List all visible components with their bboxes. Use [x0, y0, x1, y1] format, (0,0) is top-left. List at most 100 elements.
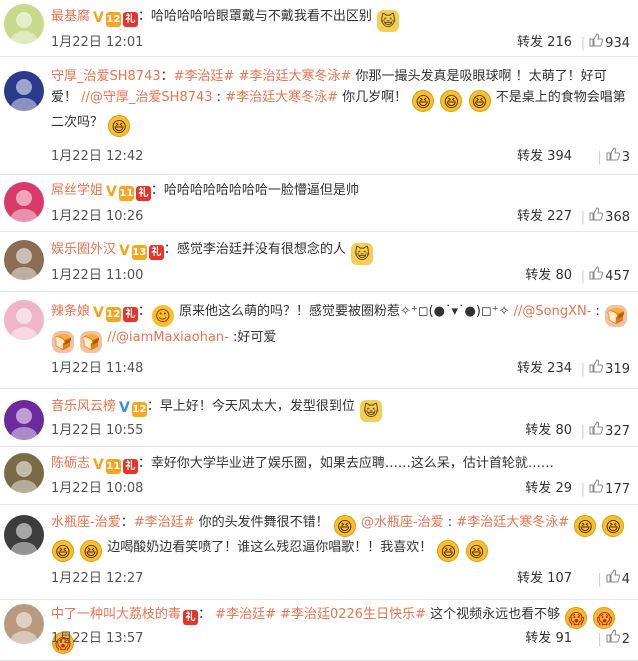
mention-link[interactable]: //@iamMaxiaohan-: [107, 330, 229, 345]
comment-meta: 1月22日 11:00 转发 80 | 457: [51, 266, 630, 286]
repost-button[interactable]: 转发 107: [517, 569, 572, 589]
comment-meta: 1月22日 10:26 转发 227 | 368: [51, 207, 630, 227]
username-link[interactable]: 陈砺志: [51, 456, 90, 471]
shock-emoji: 😱: [593, 607, 616, 629]
repost-button[interactable]: 转发 29: [525, 479, 572, 499]
comment-meta: 1月22日 10:08 转发 29 | 177: [51, 479, 630, 499]
timestamp: 1月22日 12:42: [51, 149, 144, 164]
like-count: 177: [605, 482, 630, 497]
thumbs-up-icon: [589, 359, 604, 379]
cat-smile-emoji: 😺: [377, 10, 400, 32]
avatar[interactable]: [4, 400, 44, 440]
repost-button[interactable]: 转发 216: [517, 33, 572, 53]
repost-count: 107: [547, 571, 572, 586]
repost-button[interactable]: 转发 80: [525, 266, 572, 286]
level-badge: 12: [105, 307, 121, 322]
thumbs-up-icon: [589, 266, 604, 286]
avatar-image: [4, 71, 44, 111]
username-link[interactable]: 中了一种叫大荔枝的毒: [51, 607, 181, 622]
like-button[interactable]: | 2: [593, 629, 630, 650]
comment-item: 水瓶座-治爱：#李治廷# 你的头发件舞很不错！ 😆 @水瓶座-治爱 : #李治廷…: [0, 505, 638, 600]
username-link[interactable]: 娱乐圈外汉: [51, 242, 116, 257]
avatar[interactable]: [4, 453, 44, 493]
verified-v-icon: V: [93, 10, 104, 26]
repost-button[interactable]: 转发 234: [517, 359, 572, 379]
avatar[interactable]: [4, 4, 44, 44]
repost-label: 转发: [517, 149, 544, 164]
username-link[interactable]: 守厚_治爱SH8743: [51, 69, 161, 84]
divider: |: [580, 269, 586, 284]
username-link[interactable]: 屌丝学姐: [51, 183, 103, 198]
separator-colon: ：: [137, 456, 151, 471]
username-link[interactable]: 水瓶座-治爱: [51, 515, 121, 530]
separator-colon: ：: [146, 399, 160, 414]
laugh-emoji: 😆: [108, 115, 131, 137]
laugh-emoji: 😆: [437, 540, 460, 562]
comment-item: 陈砺志 V 11 礼：幸好你大学毕业进了娱乐圈，如果去应聘……这么呆，估计首轮就…… …: [0, 447, 638, 505]
repost-button[interactable]: 转发 91: [525, 629, 572, 649]
comment-text: ：: [198, 607, 212, 622]
level-badge: 11: [118, 186, 134, 201]
hashtag-link[interactable]: #李治廷大寒冬泳#: [239, 69, 356, 84]
like-button[interactable]: | 3: [593, 147, 630, 168]
avatar-image: [4, 300, 44, 340]
like-button[interactable]: | 368: [577, 207, 630, 228]
avatar-image: [4, 4, 44, 44]
like-count: 319: [605, 362, 630, 377]
laugh-emoji: 😆: [440, 90, 463, 112]
username-link[interactable]: 辣条娘: [51, 304, 90, 319]
avatar[interactable]: [4, 515, 44, 555]
comment-body: 音乐风云榜 V 12：早上好！今天风太大，发型很到位 😺: [51, 396, 630, 422]
like-button[interactable]: | 327: [577, 421, 630, 442]
mention-link[interactable]: @水瓶座-治爱: [361, 515, 444, 530]
repost-label: 转发: [517, 571, 544, 586]
hashtag-link[interactable]: #李治廷大寒冬泳#: [225, 90, 342, 105]
avatar[interactable]: [4, 71, 44, 111]
repost-label: 转发: [517, 35, 544, 50]
like-button[interactable]: | 934: [577, 33, 630, 54]
like-count: 2: [621, 632, 630, 647]
divider: |: [580, 424, 586, 439]
avatar[interactable]: [4, 604, 44, 644]
laugh-emoji: 😆: [80, 540, 103, 562]
like-button[interactable]: | 319: [577, 359, 630, 380]
like-count: 457: [605, 269, 630, 284]
avatar[interactable]: [4, 182, 44, 222]
hashtag-link[interactable]: #李治廷0226生日快乐#: [280, 607, 430, 622]
comment-body: 守厚_治爱SH8743：#李治廷# #李治廷大寒冬泳# 你那一撮头发真是吸眼球啊…: [51, 66, 630, 137]
username-link[interactable]: 最基腐: [51, 9, 90, 24]
like-count: 4: [621, 572, 630, 587]
repost-label: 转发: [517, 361, 544, 376]
laugh-emoji: 😆: [468, 90, 491, 112]
mention-link[interactable]: //@守厚_治爱SH8743: [81, 90, 212, 105]
comment-body: 屌丝学姐 V 11 礼：哈哈哈哈哈哈哈哈一脸懵逼但是帅: [51, 180, 630, 201]
repost-button[interactable]: 转发 80: [525, 421, 572, 441]
hashtag-link[interactable]: #李治廷#: [134, 515, 199, 530]
timestamp: 1月22日 13:57: [51, 631, 144, 646]
hashtag-link[interactable]: #李治廷大寒冬泳#: [456, 515, 573, 530]
comment-meta: 1月22日 10:55 转发 80 | 327: [51, 421, 630, 441]
like-count: 368: [605, 210, 630, 225]
comment-text: 原来他这么萌的吗？！感觉要被圈粉惹✧⁺◻(●˙▾˙●)◻⁺✧: [179, 304, 510, 319]
username-link[interactable]: 音乐风云榜: [51, 399, 116, 414]
divider: |: [597, 572, 602, 587]
laugh-emoji: 😆: [412, 90, 435, 112]
divider: |: [580, 362, 586, 377]
avatar[interactable]: [4, 300, 44, 340]
comment-text: 边喝酸奶边看笑喷了！谁这么残忍逼你唱歌！！我喜欢！: [107, 540, 433, 555]
like-button[interactable]: | 457: [577, 266, 630, 287]
mention-link[interactable]: //@SongXN-: [514, 304, 592, 319]
laugh-emoji: 😆: [333, 515, 356, 537]
avatar[interactable]: [4, 240, 44, 280]
repost-button[interactable]: 转发 227: [517, 207, 572, 227]
like-button[interactable]: | 4: [593, 569, 630, 590]
like-count: 327: [605, 424, 630, 439]
repost-button[interactable]: 转发 394: [517, 147, 572, 167]
comment-text: 早上好！今天风太大，发型很到位: [159, 399, 355, 414]
like-button[interactable]: | 177: [577, 479, 630, 500]
hashtag-link[interactable]: #李治廷#: [174, 69, 239, 84]
hashtag-link[interactable]: #李治廷#: [215, 607, 280, 622]
comment-text: :: [216, 90, 222, 105]
repost-count: 227: [547, 209, 572, 224]
timestamp: 1月22日 12:01: [51, 35, 144, 50]
